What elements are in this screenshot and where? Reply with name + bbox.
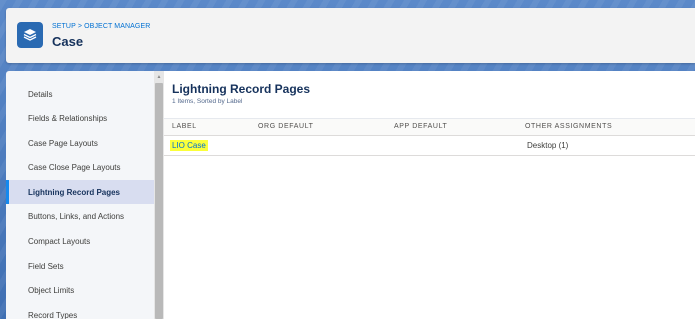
sidebar-item-label: Field Sets bbox=[28, 261, 64, 271]
sidebar-item-lightning-record-pages[interactable]: Lightning Record Pages bbox=[6, 180, 154, 204]
sidebar: Details Fields & Relationships Case Page… bbox=[6, 71, 154, 319]
record-page-link[interactable]: LIO Case bbox=[170, 140, 208, 151]
sidebar-item-field-sets[interactable]: Field Sets bbox=[6, 254, 154, 278]
column-header-app-default[interactable]: APP DEFAULT bbox=[394, 123, 447, 130]
column-header-label[interactable]: LABEL bbox=[172, 123, 197, 130]
sidebar-item-fields-relationships[interactable]: Fields & Relationships bbox=[6, 106, 154, 130]
breadcrumb: SETUP > OBJECT MANAGER bbox=[52, 23, 150, 30]
sidebar-item-buttons-links-actions[interactable]: Buttons, Links, and Actions bbox=[6, 204, 154, 228]
other-assignments-cell: Desktop (1) bbox=[527, 141, 569, 150]
breadcrumb-setup-link[interactable]: SETUP bbox=[52, 23, 76, 30]
sidebar-item-object-limits[interactable]: Object Limits bbox=[6, 278, 154, 302]
scrollbar-thumb[interactable] bbox=[155, 83, 163, 319]
breadcrumb-object-manager-link[interactable]: OBJECT MANAGER bbox=[84, 23, 150, 30]
sidebar-item-details[interactable]: Details bbox=[6, 82, 154, 106]
sidebar-item-label: Details bbox=[28, 89, 53, 99]
section-subtitle: 1 Items, Sorted by Label bbox=[172, 98, 243, 105]
main-content: Lightning Record Pages 1 Items, Sorted b… bbox=[164, 71, 695, 319]
breadcrumb-separator: > bbox=[77, 23, 83, 30]
section-title: Lightning Record Pages bbox=[172, 82, 311, 96]
layers-icon bbox=[17, 22, 43, 48]
scroll-up-arrow-icon[interactable]: ▲ bbox=[154, 73, 164, 81]
sidebar-item-case-close-page-layouts[interactable]: Case Close Page Layouts bbox=[6, 155, 154, 179]
column-header-other-assignments[interactable]: OTHER ASSIGNMENTS bbox=[525, 123, 612, 130]
sidebar-item-record-types[interactable]: Record Types bbox=[6, 303, 154, 319]
sidebar-item-label: Case Close Page Layouts bbox=[28, 162, 121, 172]
sidebar-item-label: Case Page Layouts bbox=[28, 138, 98, 148]
sidebar-scrollbar[interactable]: ▲ bbox=[154, 71, 164, 319]
sidebar-item-label: Fields & Relationships bbox=[28, 113, 108, 123]
sidebar-item-label: Buttons, Links, and Actions bbox=[28, 211, 125, 221]
sidebar-item-label: Record Types bbox=[28, 310, 78, 319]
column-header-org-default[interactable]: ORG DEFAULT bbox=[258, 123, 313, 130]
sidebar-item-case-page-layouts[interactable]: Case Page Layouts bbox=[6, 131, 154, 155]
object-header: SETUP > OBJECT MANAGER Case bbox=[6, 8, 695, 63]
sidebar-item-compact-layouts[interactable]: Compact Layouts bbox=[6, 229, 154, 253]
table-row: LIO Case Desktop (1) bbox=[164, 135, 695, 156]
page-title: Case bbox=[52, 34, 84, 49]
sidebar-item-label: Compact Layouts bbox=[28, 236, 91, 246]
sidebar-item-label: Object Limits bbox=[28, 285, 75, 295]
sidebar-item-label: Lightning Record Pages bbox=[28, 187, 121, 197]
table-header: LABEL ORG DEFAULT APP DEFAULT OTHER ASSI… bbox=[164, 118, 695, 136]
